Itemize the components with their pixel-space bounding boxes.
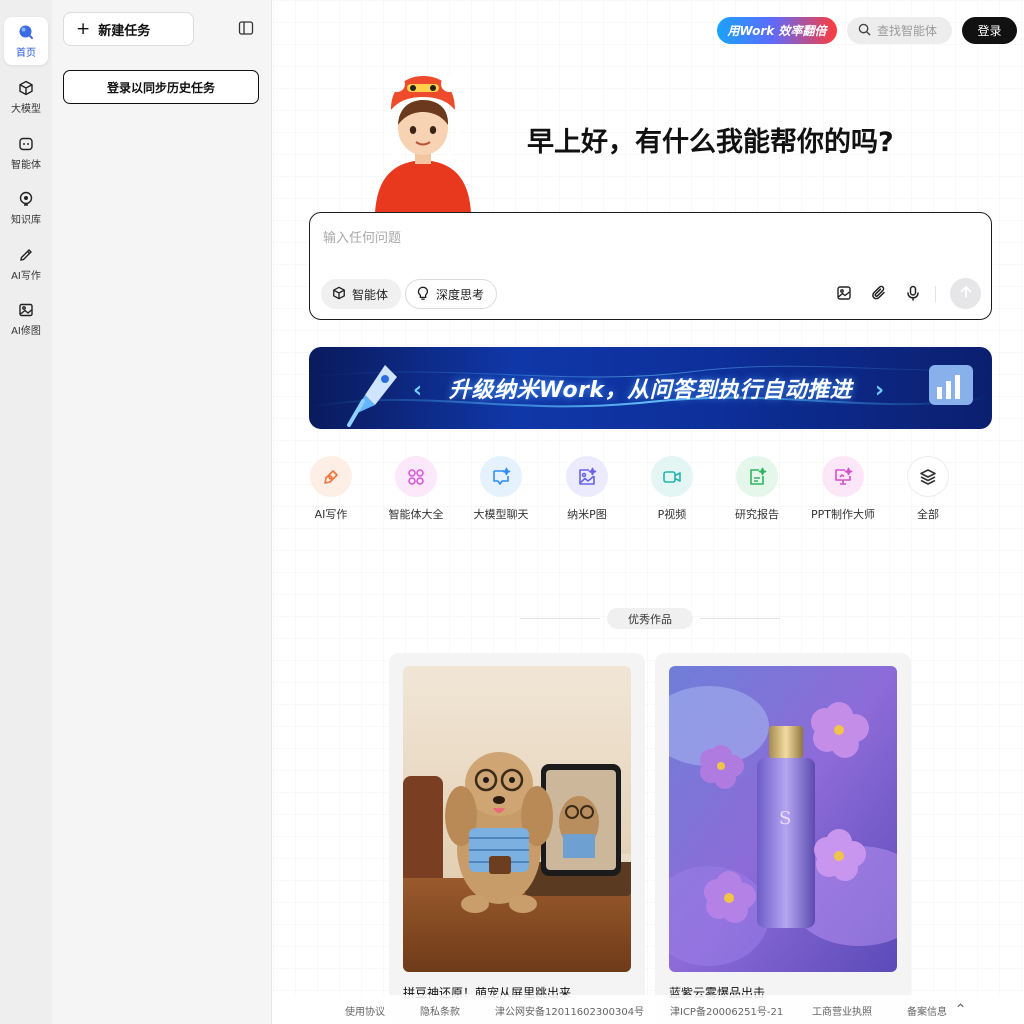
new-task-label: 新建任务 xyxy=(98,23,151,39)
robot-icon xyxy=(17,135,35,153)
cube-icon xyxy=(17,79,35,97)
featured-section-title: 优秀作品 xyxy=(607,608,693,629)
layers-icon xyxy=(907,456,949,497)
shortcut-label: 大模型聊天 xyxy=(473,508,529,521)
sidebar-item-label: AI修图 xyxy=(11,326,41,337)
grid-icon xyxy=(395,456,437,497)
footer-link-business-license[interactable]: 工商营业执照 xyxy=(812,1003,872,1018)
sidebar-item-knowledge[interactable]: 知识库 xyxy=(4,184,48,232)
bulb-icon xyxy=(416,286,430,303)
footer: 使用协议 隐私条款 津公网安备12011602300304号 津ICP备2000… xyxy=(273,995,1024,1024)
promo-banner[interactable]: ‹ › 升级纳米Work，从问答到执行自动推进 xyxy=(309,347,992,429)
shortcut-label: 研究报告 xyxy=(735,508,779,521)
send-button[interactable] xyxy=(950,278,981,309)
footer-link-icp[interactable]: 津ICP备20006251号-21 xyxy=(670,1003,783,1018)
shortcut-research-report[interactable]: 研究报告 xyxy=(717,456,797,522)
sidebar-item-home[interactable]: 首页 xyxy=(4,17,48,65)
shortcut-nano-photo[interactable]: 纳米P图 xyxy=(547,456,627,522)
image-icon xyxy=(17,301,35,319)
paperclip-icon[interactable] xyxy=(871,285,889,303)
shortcut-model-chat[interactable]: 大模型聊天 xyxy=(461,456,541,522)
promo-badge[interactable]: 用Work 效率翻倍 xyxy=(717,17,837,44)
deep-think-label: 深度思考 xyxy=(436,287,485,302)
video-icon xyxy=(651,456,693,497)
sidebar-item-label: 首页 xyxy=(16,48,36,59)
home-icon xyxy=(17,23,35,41)
footer-link-privacy[interactable]: 隐私条款 xyxy=(420,1003,460,1018)
shortcut-label: AI写作 xyxy=(314,508,348,521)
shortcut-ppt-master[interactable]: PPT制作大师 xyxy=(803,456,883,522)
history-panel: + 新建任务 登录以同步历史任务 xyxy=(52,0,272,1024)
card-image xyxy=(403,666,631,972)
lightbulb-icon xyxy=(17,190,35,208)
sidebar-item-ai-retouch[interactable]: AI修图 xyxy=(4,295,48,343)
presentation-icon xyxy=(822,456,864,497)
sidebar-item-label: 知识库 xyxy=(11,215,41,226)
login-sync-button[interactable]: 登录以同步历史任务 xyxy=(63,70,259,104)
shortcut-ai-writing[interactable]: AI写作 xyxy=(291,456,371,522)
shortcut-all[interactable]: 全部 xyxy=(888,456,968,522)
pen-icon xyxy=(17,246,35,264)
plus-icon: + xyxy=(76,18,91,39)
photo-sparkle-icon xyxy=(566,456,608,497)
chat-sparkle-icon xyxy=(480,456,522,497)
shortcut-label: 全部 xyxy=(917,508,939,521)
chevron-up-icon[interactable] xyxy=(956,1001,965,1013)
agent-mode-label: 智能体 xyxy=(352,287,389,302)
mascot-image xyxy=(363,70,483,213)
footer-link-filing-info[interactable]: 备案信息 xyxy=(907,1003,947,1018)
featured-card[interactable]: S 蓝紫云雾爆品出击 xyxy=(655,653,911,1024)
divider-line xyxy=(700,618,780,619)
toolbar-divider xyxy=(935,286,936,302)
featured-card[interactable]: 拼豆神还原！萌宠从屏里跳出来 xyxy=(389,653,645,1024)
sidebar-item-agents[interactable]: 智能体 xyxy=(4,129,48,177)
main-content: 用Work 效率翻倍 查找智能体 登录 早上好，有什么我能帮你的吗? 输入任何问… xyxy=(273,0,1024,1024)
arrow-up-icon xyxy=(959,284,973,303)
chat-input[interactable] xyxy=(323,227,923,249)
card-image: S xyxy=(669,666,897,972)
sidebar-item-label: 智能体 xyxy=(11,160,41,171)
chat-input-box: 智能体 深度思考 xyxy=(309,212,992,320)
search-placeholder: 查找智能体 xyxy=(877,24,938,38)
agent-mode-button[interactable]: 智能体 xyxy=(321,279,402,309)
greeting-title: 早上好，有什么我能帮你的吗? xyxy=(527,127,894,158)
footer-link-terms[interactable]: 使用协议 xyxy=(345,1003,385,1018)
image-upload-icon[interactable] xyxy=(836,285,854,303)
panel-toggle-icon[interactable] xyxy=(238,20,256,38)
login-button[interactable]: 登录 xyxy=(962,17,1017,44)
microphone-icon[interactable] xyxy=(905,285,923,303)
footer-link-police-record[interactable]: 津公网安备12011602300304号 xyxy=(495,1003,644,1018)
agent-search[interactable]: 查找智能体 xyxy=(847,17,952,44)
sidebar-item-label: 大模型 xyxy=(11,104,41,115)
search-icon xyxy=(858,23,871,39)
new-task-button[interactable]: + 新建任务 xyxy=(63,12,194,46)
shortcut-label: 纳米P图 xyxy=(567,508,607,521)
shortcut-label: 智能体大全 xyxy=(388,508,444,521)
deep-think-button[interactable]: 深度思考 xyxy=(405,279,498,309)
shortcut-label: P视频 xyxy=(657,508,687,521)
nav-rail: 首页 大模型 智能体 知识库 AI写作 AI修图 xyxy=(0,0,52,1024)
shortcut-label: PPT制作大师 xyxy=(811,508,875,521)
report-icon xyxy=(736,456,778,497)
sidebar-item-ai-writing[interactable]: AI写作 xyxy=(4,240,48,288)
shortcut-agent-gallery[interactable]: 智能体大全 xyxy=(376,456,456,522)
pen-tool-icon xyxy=(310,456,352,497)
svg-text:S: S xyxy=(779,808,791,829)
sidebar-item-label: AI写作 xyxy=(11,271,41,282)
banner-text: 升级纳米Work，从问答到执行自动推进 xyxy=(448,378,853,403)
sidebar-item-models[interactable]: 大模型 xyxy=(4,73,48,121)
divider-line xyxy=(520,618,600,619)
cube-icon xyxy=(332,286,346,303)
shortcut-p-video[interactable]: P视频 xyxy=(632,456,712,522)
